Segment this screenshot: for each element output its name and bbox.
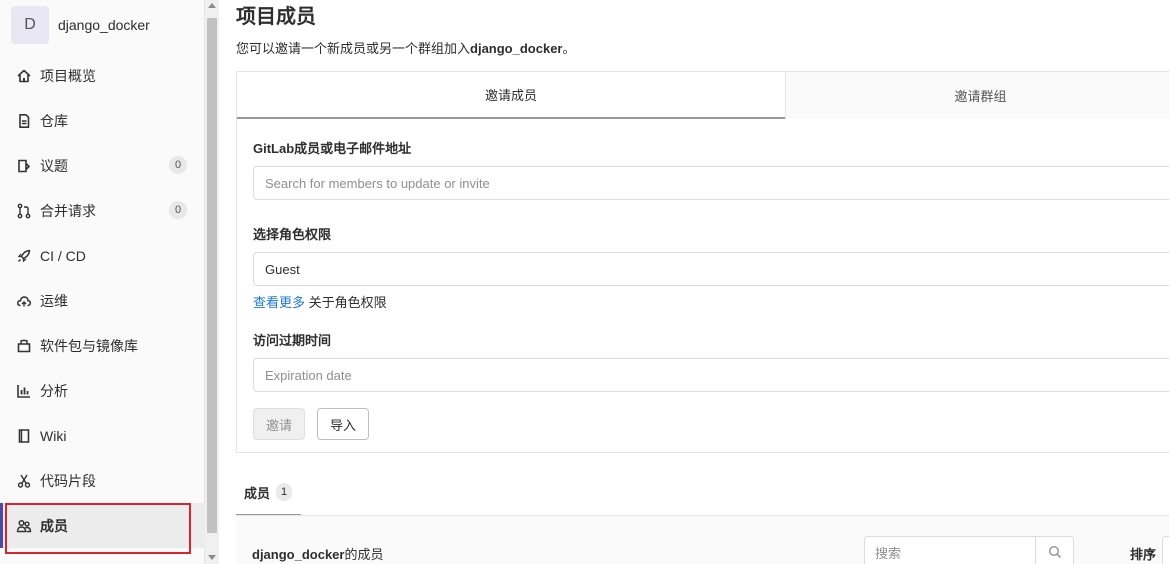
expiration-date-input[interactable] xyxy=(253,358,1169,392)
sidebar-item-overview[interactable]: 项目概览 xyxy=(0,53,205,98)
sidebar-nav: 项目概览 仓库 议题 0 合并请求 0 CI / CD 运维 软件包与镜像库 分… xyxy=(0,53,205,548)
sidebar-item-label: CI / CD xyxy=(40,247,86,264)
search-icon xyxy=(1048,545,1062,562)
sidebar-item-label: 成员 xyxy=(40,517,68,534)
page-title: 项目成员 xyxy=(236,6,316,28)
sidebar-item-label: 议题 xyxy=(40,157,68,174)
tab-invite-members[interactable]: 邀请成员 xyxy=(237,72,785,119)
book-icon xyxy=(16,428,32,444)
invite-card: 邀请成员 邀请群组 GitLab成员或电子邮件地址 选择角色权限 Guest 查… xyxy=(236,71,1169,453)
issues-icon xyxy=(16,158,32,174)
scroll-down-icon[interactable] xyxy=(208,555,216,560)
sidebar-item-ci-cd[interactable]: CI / CD xyxy=(0,233,205,278)
members-search-box xyxy=(864,536,1074,564)
scroll-thumb[interactable] xyxy=(207,18,217,533)
role-select[interactable]: Guest xyxy=(253,252,1169,286)
invite-form: GitLab成员或电子邮件地址 选择角色权限 Guest 查看更多 关于角色权限… xyxy=(253,138,1169,440)
project-name: django_docker xyxy=(58,17,150,33)
project-header[interactable]: D django_docker xyxy=(0,0,205,50)
member-field-label: GitLab成员或电子邮件地址 xyxy=(253,141,412,156)
issues-count-badge: 0 xyxy=(169,156,187,174)
role-field-label: 选择角色权限 xyxy=(253,227,332,242)
sidebar-item-label: 运维 xyxy=(40,292,68,309)
sidebar-item-analytics[interactable]: 分析 xyxy=(0,368,205,413)
tab-invite-groups[interactable]: 邀请群组 xyxy=(785,72,1169,119)
sidebar-item-label: Wiki xyxy=(40,427,67,444)
sidebar-item-merge-requests[interactable]: 合并请求 0 xyxy=(0,188,205,233)
page-description: 您可以邀请一个新成员或另一个群组加入django_docker。 xyxy=(236,38,576,57)
merge-request-icon xyxy=(16,203,32,219)
merge-requests-count-badge: 0 xyxy=(169,201,187,219)
desc-project-name: django_docker xyxy=(470,41,563,56)
members-toolbar: django_docker的成员 排序 xyxy=(236,516,1169,564)
sidebar-item-label: 项目概览 xyxy=(40,67,96,84)
desc-prefix: 您可以邀请一个新成员或另一个群组加入 xyxy=(236,41,471,56)
sort-label: 排序 xyxy=(1130,547,1157,562)
members-tab-label: 成员 xyxy=(244,485,271,501)
sidebar-item-label: 软件包与镜像库 xyxy=(40,337,138,354)
users-icon xyxy=(16,518,32,534)
members-count-badge: 1 xyxy=(276,483,293,501)
chart-icon xyxy=(16,383,32,399)
invite-button[interactable]: 邀请 xyxy=(253,408,305,440)
sidebar-item-issues[interactable]: 议题 0 xyxy=(0,143,205,188)
scroll-up-icon[interactable] xyxy=(208,3,216,8)
snippet-icon xyxy=(16,473,32,489)
search-button[interactable] xyxy=(1035,537,1073,564)
cloud-icon xyxy=(16,293,32,309)
desc-suffix: 。 xyxy=(562,41,576,56)
members-heading: django_docker的成员 xyxy=(252,544,383,563)
sidebar-item-snippets[interactable]: 代码片段 xyxy=(0,458,205,503)
main-content: 项目成员 您可以邀请一个新成员或另一个群组加入django_docker。 邀请… xyxy=(236,0,1169,564)
sidebar-item-operations[interactable]: 运维 xyxy=(0,278,205,323)
rocket-icon xyxy=(16,248,32,264)
sidebar-item-label: 仓库 xyxy=(40,112,68,129)
sidebar-item-packages[interactable]: 软件包与镜像库 xyxy=(0,323,205,368)
members-search-input[interactable] xyxy=(865,537,1035,564)
doc-icon xyxy=(16,113,32,129)
import-button[interactable]: 导入 xyxy=(317,408,369,440)
invite-tabs: 邀请成员 邀请群组 xyxy=(237,72,1169,119)
sidebar-item-wiki[interactable]: Wiki xyxy=(0,413,205,458)
member-search-input[interactable] xyxy=(253,166,1169,200)
sidebar: D django_docker 项目概览 仓库 议题 0 合并请求 0 CI /… xyxy=(0,0,205,564)
role-help: 查看更多 关于角色权限 xyxy=(253,292,1169,310)
members-heading-project: django_docker xyxy=(252,547,345,562)
role-help-link[interactable]: 查看更多 xyxy=(253,295,305,310)
form-actions: 邀请 导入 xyxy=(253,408,1169,440)
sort-select[interactable] xyxy=(1162,536,1169,564)
home-icon xyxy=(16,68,32,84)
sidebar-item-label: 代码片段 xyxy=(40,472,96,489)
sidebar-item-label: 合并请求 xyxy=(40,202,96,219)
tab-members[interactable]: 成员 1 xyxy=(236,470,301,516)
sidebar-item-repository[interactable]: 仓库 xyxy=(0,98,205,143)
sidebar-item-label: 分析 xyxy=(40,382,68,399)
sidebar-scrollbar[interactable] xyxy=(205,0,219,564)
expiration-field-label: 访问过期时间 xyxy=(253,333,332,348)
sidebar-item-members[interactable]: 成员 xyxy=(0,503,205,548)
role-help-text: 关于角色权限 xyxy=(305,295,387,310)
package-icon xyxy=(16,338,32,354)
members-heading-suffix: 的成员 xyxy=(344,547,384,562)
avatar: D xyxy=(11,6,49,44)
